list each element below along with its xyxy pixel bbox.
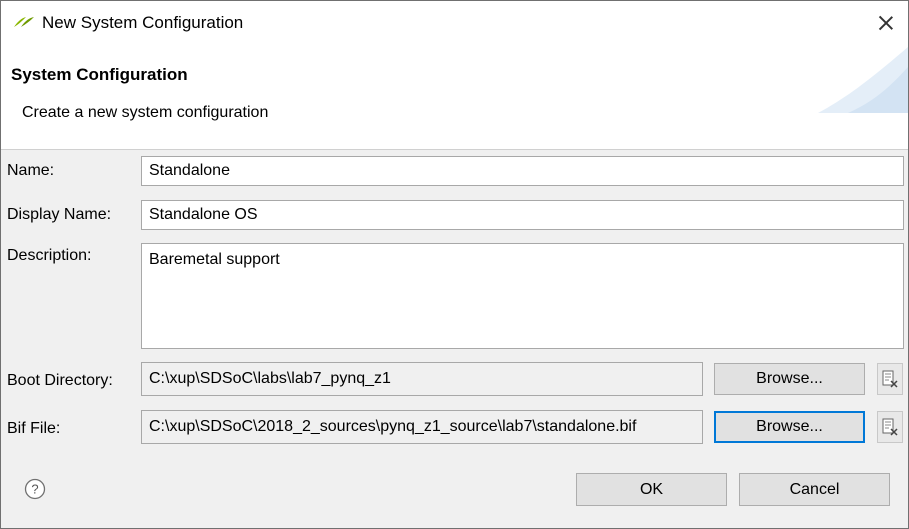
new-system-configuration-dialog: New System Configuration System Configur… [0,0,909,529]
close-icon[interactable] [874,11,898,35]
wizard-header: System Configuration Create a new system… [1,47,908,150]
page-description: Create a new system configuration [22,104,269,121]
display-name-field[interactable] [141,200,904,230]
boot-directory-field[interactable] [141,362,703,396]
description-label: Description: [7,247,92,264]
bif-file-field[interactable] [141,410,703,444]
banner-graphic [818,47,908,113]
bif-file-label: Bif File: [7,420,61,437]
clear-field-icon [882,418,898,436]
bif-file-browse-button[interactable]: Browse... [714,411,865,443]
boot-directory-clear-button[interactable] [877,363,903,395]
xilinx-sdsoc-icon [14,17,34,27]
name-field[interactable] [141,156,904,186]
help-icon[interactable]: ? [24,478,46,500]
title-bar: New System Configuration [1,1,908,47]
boot-directory-browse-button[interactable]: Browse... [714,363,865,395]
page-title: System Configuration [11,65,188,84]
name-label: Name: [7,162,55,179]
bif-file-clear-button[interactable] [877,411,903,443]
display-name-label: Display Name: [7,206,112,223]
ok-button[interactable]: OK [576,473,727,506]
window-title: New System Configuration [42,13,244,32]
cancel-button[interactable]: Cancel [739,473,890,506]
boot-directory-label: Boot Directory: [7,372,113,389]
description-field[interactable]: Baremetal support [141,243,904,349]
clear-field-icon [882,370,898,388]
svg-text:?: ? [31,482,38,497]
